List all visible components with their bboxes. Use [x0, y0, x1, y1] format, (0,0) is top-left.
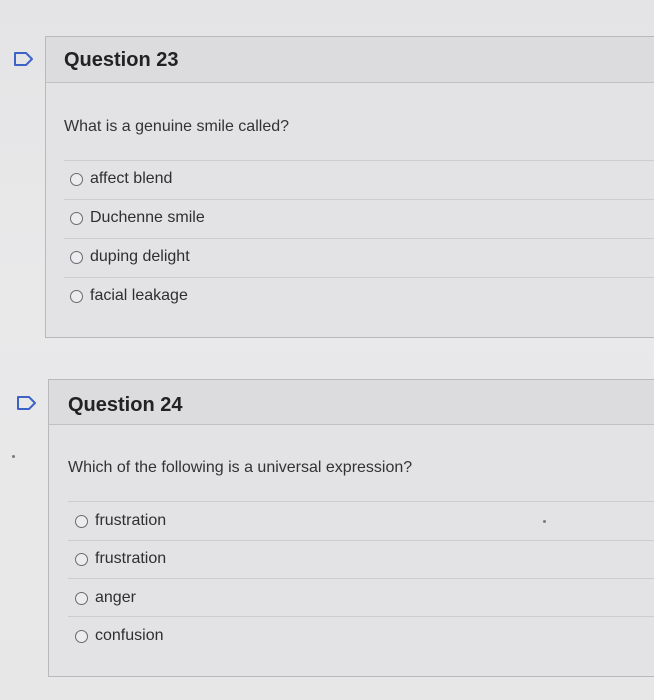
radio-button[interactable] [70, 211, 83, 225]
flag-icon[interactable] [14, 52, 34, 66]
answer-option[interactable]: Duchenne smile [70, 209, 205, 227]
answer-option[interactable]: anger [75, 589, 136, 607]
divider [68, 578, 654, 579]
radio-button[interactable] [70, 289, 83, 303]
question-23-title: Question 23 [64, 49, 179, 71]
answer-option[interactable]: confusion [75, 627, 164, 645]
answer-option[interactable]: frustration [75, 512, 166, 530]
decorative-dot [12, 455, 15, 458]
divider [64, 160, 654, 161]
divider [68, 616, 654, 617]
radio-button[interactable] [75, 591, 88, 605]
question-23-prompt: What is a genuine smile called? [64, 118, 290, 135]
question-24-card: Question 24 Which of the following is a … [48, 379, 654, 677]
question-24-title: Question 24 [68, 394, 183, 416]
answer-label: affect blend [90, 170, 173, 187]
flag-icon[interactable] [17, 396, 37, 410]
radio-button[interactable] [70, 250, 83, 264]
answer-label: Duchenne smile [90, 209, 205, 226]
radio-button[interactable] [75, 552, 88, 566]
divider [64, 238, 654, 239]
radio-button[interactable] [75, 514, 88, 528]
answer-label: confusion [95, 627, 164, 644]
answer-label: frustration [95, 550, 167, 567]
answer-option[interactable]: duping delight [70, 248, 190, 266]
divider [68, 501, 654, 502]
answer-option[interactable]: frustration [75, 550, 166, 568]
divider [64, 277, 654, 278]
answer-label: facial leakage [90, 287, 188, 304]
divider [64, 199, 654, 200]
answer-label: frustration [95, 512, 167, 529]
answer-label: duping delight [90, 248, 190, 265]
question-24-prompt: Which of the following is a universal ex… [68, 459, 413, 476]
divider [68, 540, 654, 541]
radio-button[interactable] [70, 172, 83, 186]
decorative-dot [543, 520, 546, 523]
radio-button[interactable] [75, 629, 88, 643]
answer-option[interactable]: affect blend [70, 170, 172, 188]
question-23-card: Question 23 What is a genuine smile call… [45, 36, 654, 338]
answer-label: anger [95, 589, 136, 606]
answer-option[interactable]: facial leakage [70, 287, 188, 305]
